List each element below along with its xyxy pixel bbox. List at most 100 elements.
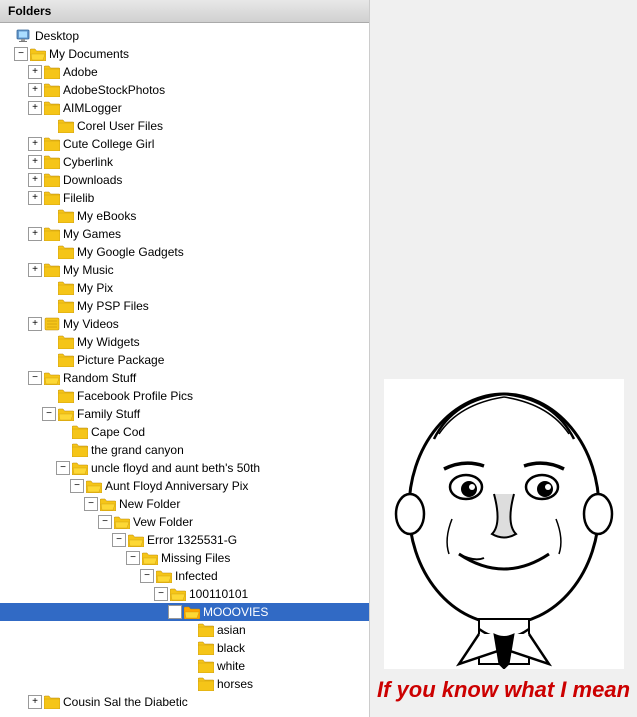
tree-item-filelib[interactable]: + Filelib: [0, 189, 370, 207]
tree-item-cyberlink[interactable]: + Cyberlink: [0, 153, 370, 171]
tree-expander-cute[interactable]: +: [28, 137, 42, 151]
tree-item-psp[interactable]: My PSP Files: [0, 297, 370, 315]
folder-open-icon: [86, 479, 102, 493]
tree-expander-binary[interactable]: −: [154, 587, 168, 601]
tree-item-grandcanyon[interactable]: the grand canyon: [0, 441, 370, 459]
tree-item-fbpics[interactable]: Facebook Profile Pics: [0, 387, 370, 405]
tree-item-label-games: My Games: [63, 226, 121, 242]
tree-item-label-vewfolder: Vew Folder: [133, 514, 193, 530]
tree-item-floydan[interactable]: − Aunt Floyd Anniversary Pix: [0, 477, 370, 495]
tree-item-widgets[interactable]: My Widgets: [0, 333, 370, 351]
tree-expander-filelib[interactable]: +: [28, 191, 42, 205]
tree-item-label-adobestock: AdobeStockPhotos: [63, 82, 165, 98]
tree-item-label-desktop: Desktop: [35, 28, 79, 44]
tree-expander-adobestock[interactable]: +: [28, 83, 42, 97]
tree-item-label-floydan: Aunt Floyd Anniversary Pix: [105, 478, 248, 494]
expander-placeholder: [56, 443, 70, 457]
tree-item-cute[interactable]: + Cute College Girl: [0, 135, 370, 153]
tree-expander-newfolder[interactable]: −: [84, 497, 98, 511]
folder-open-icon: [58, 407, 74, 421]
folder-icon: [44, 137, 60, 151]
folder-icon: [58, 245, 74, 259]
folder-icon: [44, 101, 60, 115]
tree-item-mypix[interactable]: My Pix: [0, 279, 370, 297]
tree-item-asian[interactable]: asian: [0, 621, 370, 639]
tree-expander-downloads[interactable]: +: [28, 173, 42, 187]
folder-icon: [58, 209, 74, 223]
folder-open-icon: [170, 587, 186, 601]
tree-item-mydocs[interactable]: − My Documents: [0, 45, 370, 63]
tree-item-label-cousin: Cousin Sal the Diabetic: [63, 694, 188, 710]
tree-item-googlegadgets[interactable]: My Google Gadgets: [0, 243, 370, 261]
folder-icon: [58, 299, 74, 313]
computer-icon: [16, 29, 32, 43]
tree-item-games[interactable]: + My Games: [0, 225, 370, 243]
folder-icon: [72, 443, 88, 457]
tree-item-adobe[interactable]: + Adobe: [0, 63, 370, 81]
expander-placeholder: [0, 29, 14, 43]
tree-item-picpkg[interactable]: Picture Package: [0, 351, 370, 369]
tree-item-unclebeth[interactable]: − uncle floyd and aunt beth's 50th: [0, 459, 370, 477]
expander-placeholder: [42, 209, 56, 223]
folder-open-icon: [72, 461, 88, 475]
folder-icon: [58, 335, 74, 349]
folder-icon: [44, 83, 60, 97]
tree-expander-vewfolder[interactable]: −: [98, 515, 112, 529]
tree-expander-cyberlink[interactable]: +: [28, 155, 42, 169]
tree-item-corel[interactable]: Corel User Files: [0, 117, 370, 135]
tree-item-black[interactable]: black: [0, 639, 370, 657]
tree-item-desktop[interactable]: Desktop: [0, 27, 370, 45]
folder-icon: [72, 425, 88, 439]
tree-item-label-filelib: Filelib: [63, 190, 94, 206]
tree-item-missing[interactable]: − Missing Files: [0, 549, 370, 567]
tree-item-music[interactable]: + My Music: [0, 261, 370, 279]
tree-item-downloads[interactable]: + Downloads: [0, 171, 370, 189]
folder-icon: [44, 227, 60, 241]
tree-expander-error[interactable]: −: [112, 533, 126, 547]
tree-item-infected[interactable]: − Infected: [0, 567, 370, 585]
folder-icon: [58, 389, 74, 403]
tree-expander-family[interactable]: −: [42, 407, 56, 421]
tree-expander-missing[interactable]: −: [126, 551, 140, 565]
tree-item-error[interactable]: − Error 1325531-G: [0, 531, 370, 549]
tree-expander-music[interactable]: +: [28, 263, 42, 277]
tree-expander-infected[interactable]: −: [140, 569, 154, 583]
folder-icon: [44, 191, 60, 205]
tree-expander-videos[interactable]: +: [28, 317, 42, 331]
tree-expander-aimlogger[interactable]: +: [28, 101, 42, 115]
expander-placeholder: [42, 245, 56, 259]
tree-expander-mooovies[interactable]: −: [168, 605, 182, 619]
tree-expander-adobe[interactable]: +: [28, 65, 42, 79]
tree-item-white[interactable]: white: [0, 657, 370, 675]
tree-item-mooovies[interactable]: − MOOOVIES: [0, 603, 370, 621]
tree-expander-mydocs[interactable]: −: [14, 47, 28, 61]
panel-header: Folders: [0, 0, 369, 23]
folder-open-icon: [30, 47, 46, 61]
tree-item-ebooks[interactable]: My eBooks: [0, 207, 370, 225]
tree-expander-floydan[interactable]: −: [70, 479, 84, 493]
folder-icon: [58, 281, 74, 295]
tree-expander-unclebeth[interactable]: −: [56, 461, 70, 475]
expander-placeholder: [42, 389, 56, 403]
tree-item-newfolder[interactable]: − New Folder: [0, 495, 370, 513]
tree-item-binary[interactable]: − 100110101: [0, 585, 370, 603]
meme-caption: If you know what I mean: [373, 673, 634, 707]
tree-item-adobestock[interactable]: + AdobeStockPhotos: [0, 81, 370, 99]
tree-item-random[interactable]: − Random Stuff: [0, 369, 370, 387]
tree-item-videos[interactable]: + My Videos: [0, 315, 370, 333]
tree-item-label-error: Error 1325531-G: [147, 532, 237, 548]
tree-item-cousin[interactable]: + Cousin Sal the Diabetic: [0, 693, 370, 711]
tree-item-family[interactable]: − Family Stuff: [0, 405, 370, 423]
tree-expander-cousin[interactable]: +: [28, 695, 42, 709]
tree-item-label-white: white: [217, 658, 245, 674]
tree-item-horses[interactable]: horses: [0, 675, 370, 693]
tree-expander-games[interactable]: +: [28, 227, 42, 241]
tree-item-vewfolder[interactable]: − Vew Folder: [0, 513, 370, 531]
tree-expander-random[interactable]: −: [28, 371, 42, 385]
tree-item-label-mydocs: My Documents: [49, 46, 129, 62]
tree-item-capecod[interactable]: Cape Cod: [0, 423, 370, 441]
tree-item-label-unclebeth: uncle floyd and aunt beth's 50th: [91, 460, 260, 476]
tree-item-aimlogger[interactable]: + AIMLogger: [0, 99, 370, 117]
right-panel: If you know what I mean: [370, 0, 637, 717]
folder-icon: [198, 677, 214, 691]
